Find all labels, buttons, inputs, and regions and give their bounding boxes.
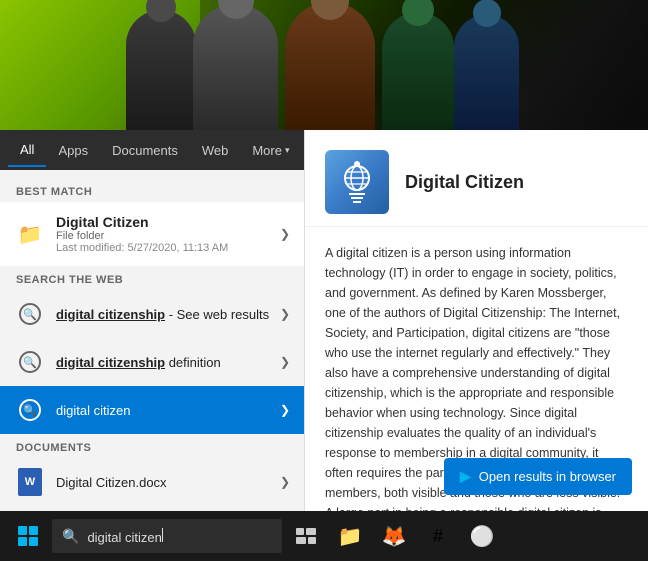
docs-section-label: Documents [0,434,304,458]
tab-web[interactable]: Web [190,135,241,166]
best-match-block: 📁 Digital Citizen File folder Last modif… [0,202,304,266]
tab-documents[interactable]: Documents [100,135,190,166]
web-search-item-active[interactable]: 🔍 digital citizen ❯ [0,386,304,434]
best-match-modified: Last modified: 5/27/2020, 11:13 AM [56,242,276,254]
hero-figure [193,5,278,130]
search-icon: 🔍 [14,298,46,330]
result-text: Digital Citizen.docx [56,475,276,490]
firefox-icon: 🦊 [382,524,407,549]
file-explorer-button[interactable]: 📁 [330,516,370,556]
open-results-browser-button[interactable]: ▶ Open results in browser [444,458,632,495]
hero-figure [285,2,375,130]
open-browser-label: Open results in browser [479,469,616,484]
result-text: digital citizenship - See web results [56,307,276,322]
tab-all[interactable]: All [8,134,46,167]
folder-icon: 📁 [14,218,46,250]
hero-figure [126,10,196,130]
best-match-text: Digital Citizen File folder Last modifie… [56,214,276,254]
best-match-type: File folder [56,230,276,242]
result-title: digital citizenship definition [56,355,276,370]
tabs-bar: All Apps Documents Web More ▾ ◯ ⋯ [0,130,304,170]
result-title: digital citizenship - See web results [56,307,276,322]
result-title: Digital Citizen.docx [56,475,276,490]
right-panel-title: Digital Citizen [405,172,524,193]
word-doc-icon: W [14,466,46,498]
chrome-button[interactable]: ⚪ [462,516,502,556]
hero-figure [382,12,454,130]
slack-icon: # [433,526,443,547]
right-panel: Digital Citizen A digital citizen is a p… [304,130,648,511]
tab-apps[interactable]: Apps [46,135,100,166]
best-match-name: Digital Citizen [56,214,276,230]
right-panel-header: Digital Citizen [305,130,648,227]
web-search-item[interactable]: 🔍 digital citizenship - See web results … [0,290,304,338]
taskbar: 🔍 digital citizen 📁 🦊 # ⚪ [0,511,648,561]
bing-logo-icon: ▶ [460,468,471,485]
taskbar-search-bar[interactable]: 🔍 digital citizen [52,519,282,553]
chevron-down-icon: ▾ [285,145,290,156]
file-explorer-icon: 📁 [338,524,363,549]
result-arrow-icon: ❯ [280,475,290,489]
result-arrow-icon: ❯ [280,355,290,369]
hero-banner [0,0,648,130]
windows-logo-icon [18,526,38,546]
web-section-label: Search the web [0,266,304,290]
taskbar-search-icon: 🔍 [62,528,79,545]
result-title: digital citizen [56,403,276,418]
task-view-button[interactable] [286,516,326,556]
result-arrow-icon: ❯ [280,227,290,241]
best-match-item[interactable]: 📁 Digital Citizen File folder Last modif… [0,202,304,266]
dc-svg-icon [333,158,381,206]
results-list: Best match 📁 Digital Citizen File folder… [0,170,304,511]
search-panel: All Apps Documents Web More ▾ ◯ ⋯ Best m… [0,130,304,511]
doc-item[interactable]: W Digital Citizen.docx ❯ [0,458,304,506]
result-arrow-icon: ❯ [280,307,290,321]
result-arrow-icon: ❯ [280,403,290,417]
app-icon [325,150,389,214]
task-view-icon [296,528,316,544]
result-text: digital citizenship definition [56,355,276,370]
tab-more[interactable]: More ▾ [240,135,301,166]
hero-figure [454,15,519,130]
text-cursor [162,528,163,542]
search-icon: 🔍 [14,346,46,378]
web-search-item[interactable]: 🔍 digital citizenship definition ❯ [0,338,304,386]
firefox-button[interactable]: 🦊 [374,516,414,556]
slack-button[interactable]: # [418,516,458,556]
best-match-label: Best match [0,178,304,202]
start-button[interactable] [8,516,48,556]
chrome-icon: ⚪ [470,524,495,549]
taskbar-search-text: digital citizen [87,528,272,545]
result-text: digital citizen [56,403,276,418]
search-icon: 🔍 [14,394,46,426]
